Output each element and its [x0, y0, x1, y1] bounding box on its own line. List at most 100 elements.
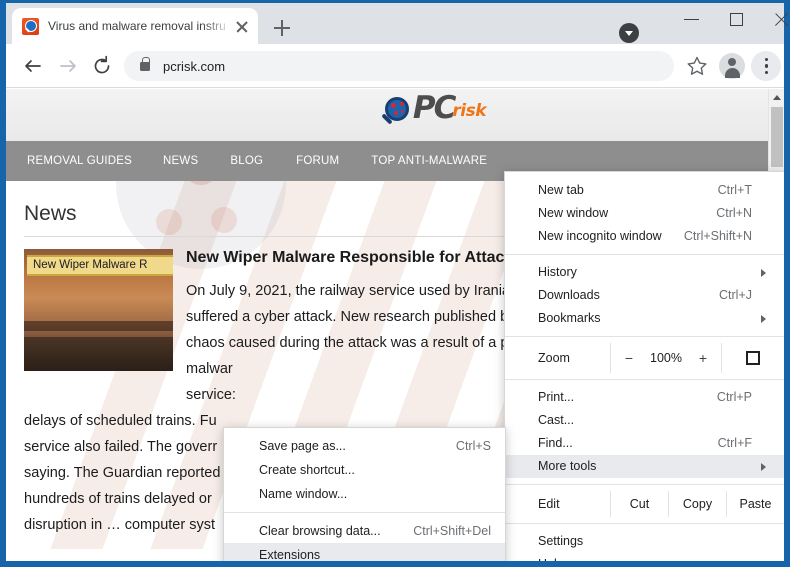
menu-label: Find... [538, 436, 573, 450]
star-icon[interactable] [682, 51, 712, 81]
minimize-icon[interactable] [669, 3, 714, 35]
magnifier-icon [385, 97, 409, 121]
profile-avatar-icon[interactable] [719, 53, 745, 79]
logo-risk-text: risk [452, 101, 486, 121]
menu-item-find[interactable]: Find... Ctrl+F [505, 432, 784, 455]
menu-item-new-window[interactable]: New window Ctrl+N [505, 202, 784, 225]
menu-item-new-tab[interactable]: New tab Ctrl+T [505, 179, 784, 202]
chevron-right-icon [761, 269, 766, 277]
menu-item-new-incognito-window[interactable]: New incognito window Ctrl+Shift+N [505, 225, 784, 248]
site-header: PC risk [6, 89, 768, 141]
menu-label: Bookmarks [538, 311, 601, 325]
menu-shortcut: Ctrl+T [718, 179, 752, 202]
menu-shortcut: Ctrl+N [716, 202, 752, 225]
copy-button[interactable]: Copy [668, 491, 726, 517]
scroll-up-icon[interactable] [769, 89, 784, 106]
tab-search-icon[interactable] [619, 23, 639, 43]
menu-label: Help [538, 557, 564, 561]
menu-separator [505, 484, 784, 485]
nav-item-removal-guides[interactable]: REMOVAL GUIDES [27, 155, 132, 167]
menu-item-cast[interactable]: Cast... [505, 409, 784, 432]
fullscreen-icon [746, 351, 760, 365]
menu-row-edit: Edit Cut Copy Paste [505, 491, 784, 517]
maximize-icon[interactable] [714, 3, 759, 35]
menu-label: Name window... [259, 487, 347, 501]
menu-item-downloads[interactable]: Downloads Ctrl+J [505, 284, 784, 307]
thumbnail-caption: New Wiper Malware R [27, 255, 173, 276]
lock-icon [140, 62, 150, 71]
zoom-level-value: 100% [650, 351, 682, 365]
pcrisk-logo[interactable]: PC risk [385, 93, 486, 124]
more-tools-submenu: Save page as... Ctrl+S Create shortcut..… [223, 427, 506, 561]
close-icon[interactable] [232, 16, 252, 36]
menu-label: Downloads [538, 288, 600, 302]
submenu-item-clear-browsing-data[interactable]: Clear browsing data... Ctrl+Shift+Del [224, 519, 505, 543]
edit-label: Edit [505, 491, 610, 517]
menu-label: New tab [538, 183, 584, 197]
menu-shortcut: Ctrl+Shift+Del [413, 519, 491, 543]
logo-pc-text: PC [413, 93, 454, 124]
paste-button[interactable]: Paste [726, 491, 784, 517]
nav-item-news[interactable]: NEWS [163, 155, 198, 167]
menu-row-zoom: Zoom − 100% + [505, 343, 784, 373]
menu-label: History [538, 265, 577, 279]
menu-separator [505, 523, 784, 524]
window-close-icon[interactable] [759, 3, 790, 35]
reload-icon[interactable] [86, 50, 118, 82]
menu-item-history[interactable]: History [505, 261, 784, 284]
back-arrow-icon[interactable] [16, 50, 48, 82]
zoom-out-button[interactable]: − [622, 350, 636, 366]
menu-label: Save page as... [259, 439, 346, 453]
browser-toolbar: pcrisk.com [6, 44, 784, 88]
menu-label: Create shortcut... [259, 463, 355, 477]
chrome-main-menu: New tab Ctrl+T New window Ctrl+N New inc… [504, 171, 784, 561]
window-client-area: Virus and malware removal instru [6, 3, 784, 561]
tab-strip: Virus and malware removal instru [6, 3, 784, 44]
menu-shortcut: Ctrl+P [717, 386, 752, 409]
browser-window: Virus and malware removal instru [0, 0, 790, 567]
menu-item-bookmarks[interactable]: Bookmarks [505, 307, 784, 330]
menu-shortcut: Ctrl+J [719, 284, 752, 307]
submenu-item-save-page-as[interactable]: Save page as... Ctrl+S [224, 434, 505, 458]
nav-item-blog[interactable]: BLOG [230, 155, 263, 167]
menu-item-settings[interactable]: Settings [505, 530, 784, 553]
url-text: pcrisk.com [163, 59, 225, 74]
menu-shortcut: Ctrl+Shift+N [684, 225, 752, 248]
article-thumbnail[interactable]: New Wiper Malware R [24, 249, 173, 371]
menu-separator [505, 379, 784, 380]
cut-button[interactable]: Cut [610, 491, 668, 517]
submenu-item-extensions[interactable]: Extensions [224, 543, 505, 561]
nav-item-forum[interactable]: FORUM [296, 155, 339, 167]
three-dot-menu-icon[interactable] [751, 51, 781, 81]
menu-label: Cast... [538, 413, 574, 427]
scrollbar-thumb[interactable] [771, 107, 783, 167]
submenu-item-name-window[interactable]: Name window... [224, 482, 505, 506]
menu-label: More tools [538, 459, 596, 473]
menu-separator [505, 336, 784, 337]
menu-item-more-tools[interactable]: More tools [505, 455, 784, 478]
tab-title: Virus and malware removal instru [48, 19, 232, 33]
fullscreen-button[interactable] [722, 343, 784, 373]
menu-label: Print... [538, 390, 574, 404]
pcrisk-favicon-icon [22, 18, 39, 35]
zoom-label: Zoom [505, 343, 610, 373]
menu-label: New incognito window [538, 229, 662, 243]
menu-label: Settings [538, 534, 583, 548]
new-tab-icon[interactable] [268, 14, 296, 42]
menu-item-print[interactable]: Print... Ctrl+P [505, 386, 784, 409]
menu-separator [224, 512, 505, 513]
submenu-item-create-shortcut[interactable]: Create shortcut... [224, 458, 505, 482]
menu-separator [505, 254, 784, 255]
browser-tab[interactable]: Virus and malware removal instru [12, 8, 258, 44]
chevron-right-icon [761, 463, 766, 471]
zoom-controls: − 100% + [610, 343, 722, 373]
menu-shortcut: Ctrl+S [456, 434, 491, 458]
menu-label: Extensions [259, 548, 320, 561]
address-bar[interactable]: pcrisk.com [124, 51, 674, 81]
menu-label: New window [538, 206, 608, 220]
zoom-in-button[interactable]: + [696, 350, 710, 366]
page-viewport: PC risk REMOVAL GUIDES NEWS BLOG FORUM T… [6, 89, 784, 561]
menu-item-help[interactable]: Help [505, 553, 784, 561]
nav-item-top-anti-malware[interactable]: TOP ANTI-MALWARE [371, 155, 487, 167]
forward-arrow-icon[interactable] [53, 50, 85, 82]
